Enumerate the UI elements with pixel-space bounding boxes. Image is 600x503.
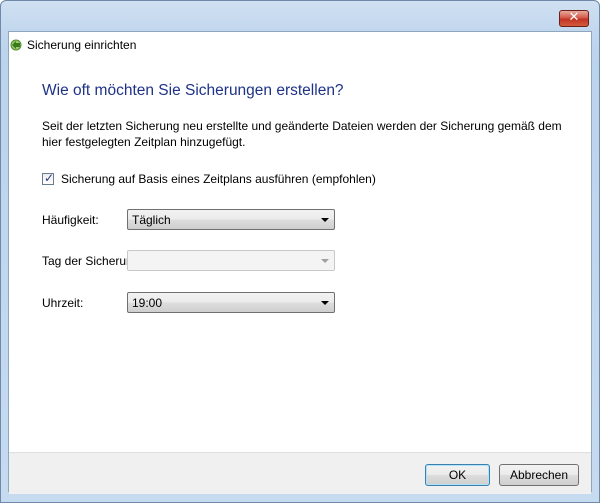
- dialog-client: Sicherung einrichten Wie oft möchten Sie…: [8, 31, 592, 494]
- chevron-down-icon: [321, 259, 329, 263]
- dialog-header: Sicherung einrichten: [9, 32, 591, 58]
- chevron-down-icon: [321, 301, 329, 305]
- frequency-select[interactable]: Täglich: [127, 209, 335, 230]
- day-label: Tag der Sicherun: [42, 254, 133, 268]
- dialog-window: ✕ Sicherung einrichten Wie oft möchten S…: [0, 0, 600, 503]
- ok-button[interactable]: OK: [425, 464, 490, 486]
- page-heading: Wie oft möchten Sie Sicherungen erstelle…: [42, 82, 344, 99]
- dialog-title: Sicherung einrichten: [27, 38, 137, 52]
- backup-icon: [10, 39, 22, 51]
- time-label: Uhrzeit:: [42, 296, 84, 310]
- frequency-label: Häufigkeit:: [42, 213, 99, 227]
- dialog-content: Wie oft möchten Sie Sicherungen erstelle…: [9, 58, 591, 452]
- close-button[interactable]: ✕: [559, 10, 589, 27]
- schedule-checkbox-label[interactable]: Sicherung auf Basis eines Zeitplans ausf…: [61, 172, 376, 186]
- close-icon: ✕: [568, 10, 580, 25]
- frequency-value: Täglich: [132, 213, 171, 227]
- cancel-button[interactable]: Abbrechen: [499, 464, 579, 486]
- day-select[interactable]: [127, 250, 335, 271]
- chevron-down-icon: [321, 218, 329, 222]
- time-value: 19:00: [132, 296, 163, 310]
- checkmark-icon: ✓: [44, 171, 55, 185]
- time-select[interactable]: 19:00: [127, 292, 335, 313]
- dialog-footer: OK Abbrechen: [9, 452, 591, 494]
- page-description: Seit der letzten Sicherung neu erstellte…: [42, 119, 562, 149]
- schedule-checkbox[interactable]: ✓: [42, 171, 55, 185]
